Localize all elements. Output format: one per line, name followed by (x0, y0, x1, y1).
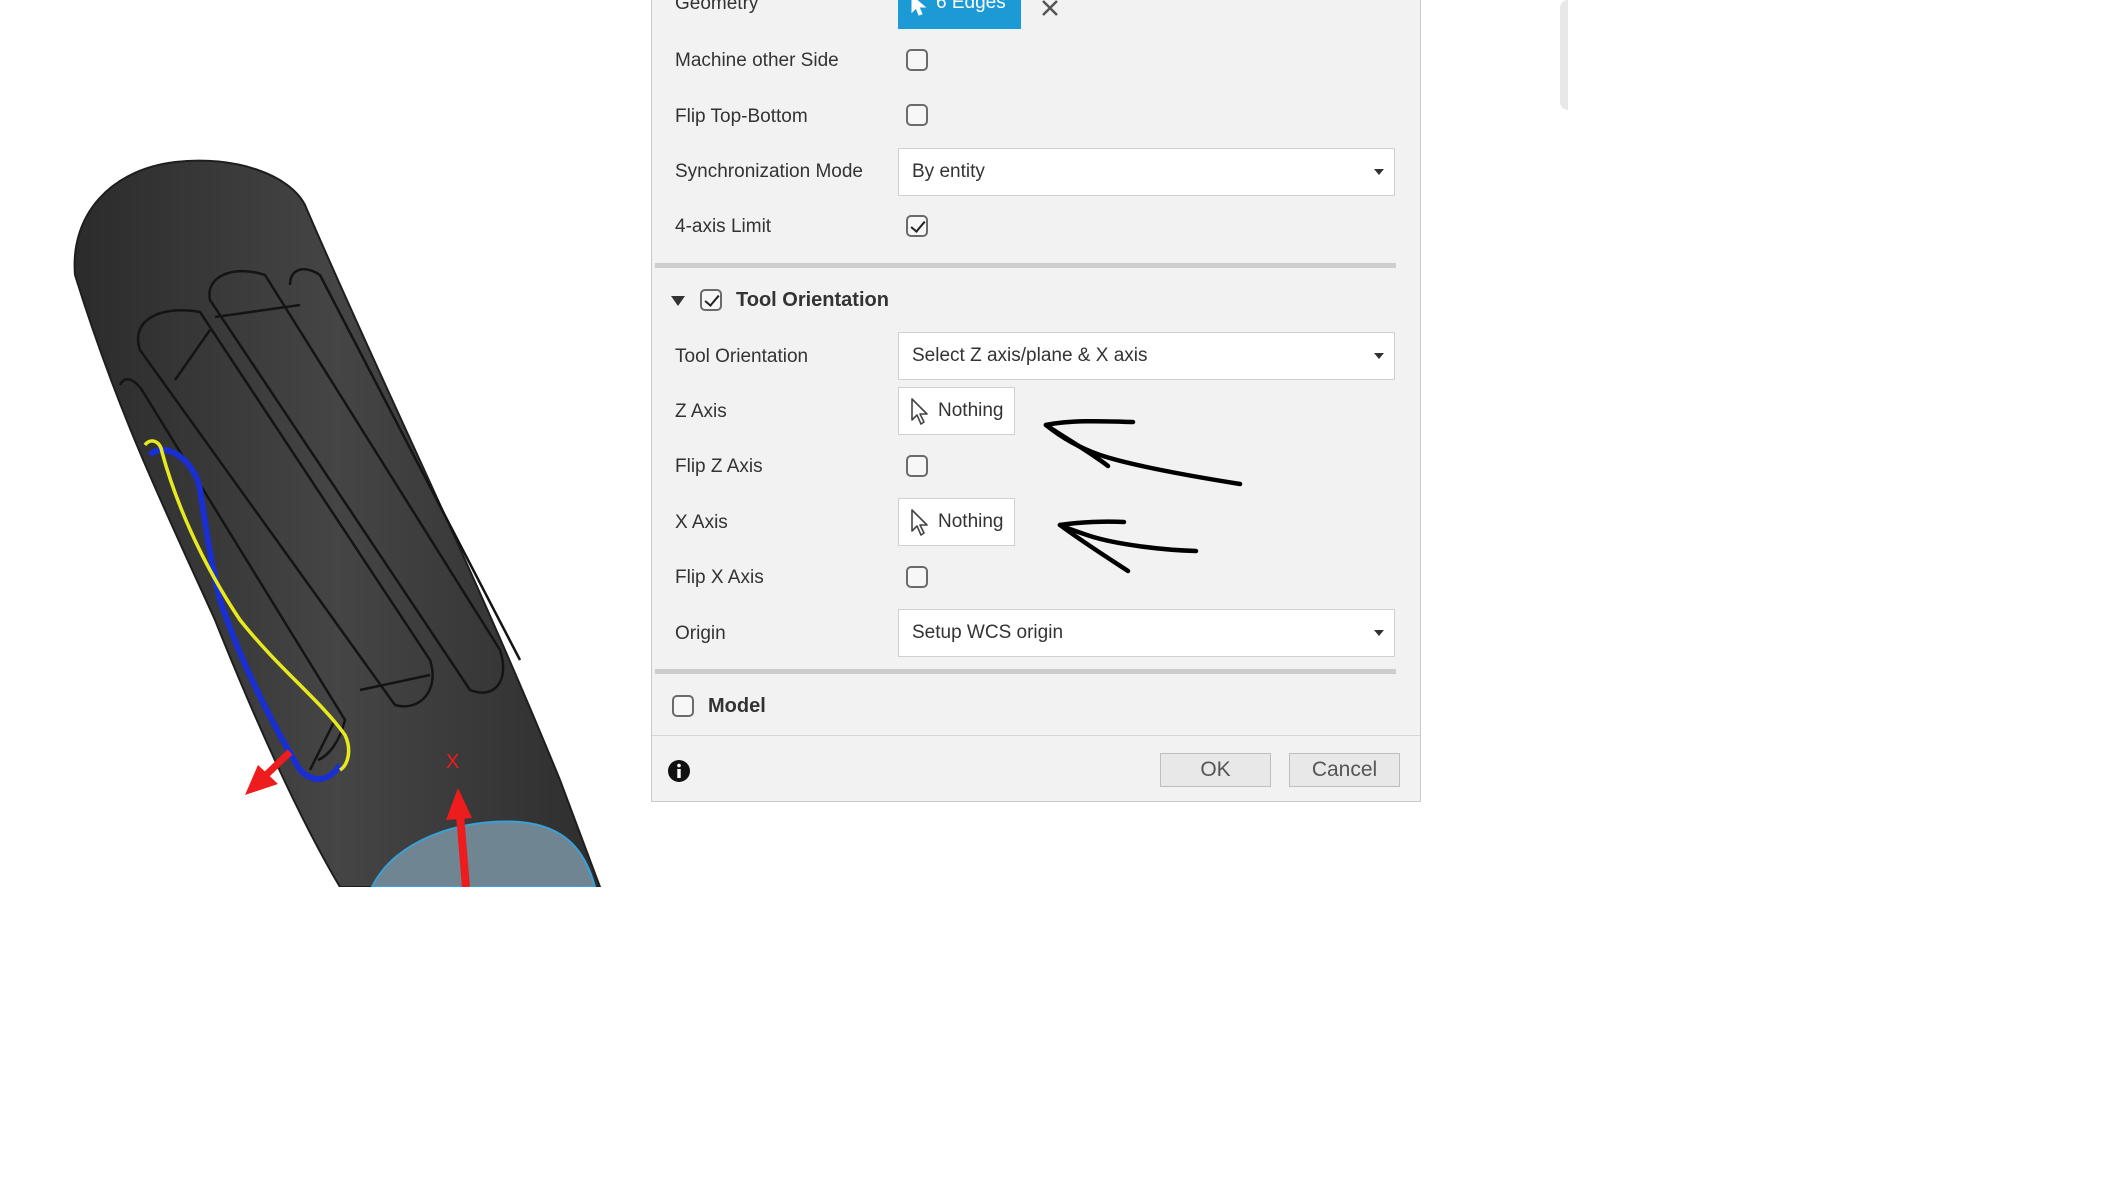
machine-other-side-label: Machine other Side (675, 50, 839, 71)
chevron-down-icon (1374, 353, 1384, 359)
origin-value: Setup WCS origin (912, 622, 1064, 643)
cancel-button[interactable]: Cancel (1289, 753, 1400, 787)
flip-x-axis-label: Flip X Axis (675, 567, 764, 588)
info-icon[interactable] (667, 759, 691, 783)
flip-top-bottom-label: Flip Top-Bottom (675, 106, 808, 127)
cursor-icon (911, 398, 928, 425)
flip-top-bottom-checkbox[interactable] (906, 104, 928, 126)
geometry-label: Geometry (675, 0, 759, 14)
tool-orientation-section-checkbox[interactable] (700, 289, 722, 311)
tool-orientation-section-title: Tool Orientation (736, 289, 889, 311)
footer-divider (652, 735, 1420, 736)
flip-x-axis-checkbox[interactable] (906, 566, 928, 588)
x-axis-value: Nothing (938, 511, 1004, 532)
x-axis-selector[interactable]: Nothing (898, 498, 1015, 546)
z-axis-selector[interactable]: Nothing (898, 387, 1015, 435)
tool-orientation-label: Tool Orientation (675, 346, 809, 367)
cursor-icon (911, 509, 928, 536)
chevron-down-icon (1374, 169, 1384, 175)
geometry-selection-button[interactable]: 6 Edges (898, 0, 1021, 29)
x-axis-label: X (446, 751, 460, 773)
origin-select[interactable]: Setup WCS origin (898, 609, 1395, 657)
flip-z-axis-checkbox[interactable] (906, 455, 928, 477)
x-axis-label-field: X Axis (675, 512, 728, 533)
tool-orientation-value: Select Z axis/plane & X axis (912, 345, 1148, 366)
section-divider (655, 263, 1396, 268)
model-section-title: Model (708, 695, 766, 717)
tube-body (73, 159, 602, 888)
collapse-triangle-icon[interactable] (670, 295, 686, 307)
synchronization-mode-value: By entity (912, 161, 985, 182)
tool-orientation-select[interactable]: Select Z axis/plane & X axis (898, 332, 1395, 380)
machine-other-side-checkbox[interactable] (906, 49, 928, 71)
synchronization-mode-label: Synchronization Mode (675, 161, 863, 182)
ok-button[interactable]: OK (1160, 753, 1271, 787)
chevron-down-icon (1374, 630, 1384, 636)
four-axis-limit-checkbox[interactable] (906, 215, 928, 237)
edge-element (1560, 0, 1568, 110)
z-axis-label: Z Axis (675, 401, 727, 422)
geometry-selection-text: 6 Edges (936, 0, 1006, 13)
clear-selection-close-icon[interactable] (1041, 0, 1059, 17)
flip-z-axis-label: Flip Z Axis (675, 456, 763, 477)
model-section-checkbox[interactable] (672, 695, 694, 717)
cursor-icon (911, 0, 927, 16)
origin-label: Origin (675, 623, 726, 644)
z-axis-value: Nothing (938, 400, 1004, 421)
four-axis-limit-label: 4-axis Limit (675, 216, 772, 237)
2d-contour-dialog: Geometry 6 Edges Machine other Side Flip… (651, 0, 1421, 802)
synchronization-mode-select[interactable]: By entity (898, 148, 1395, 196)
section-divider (655, 669, 1396, 674)
